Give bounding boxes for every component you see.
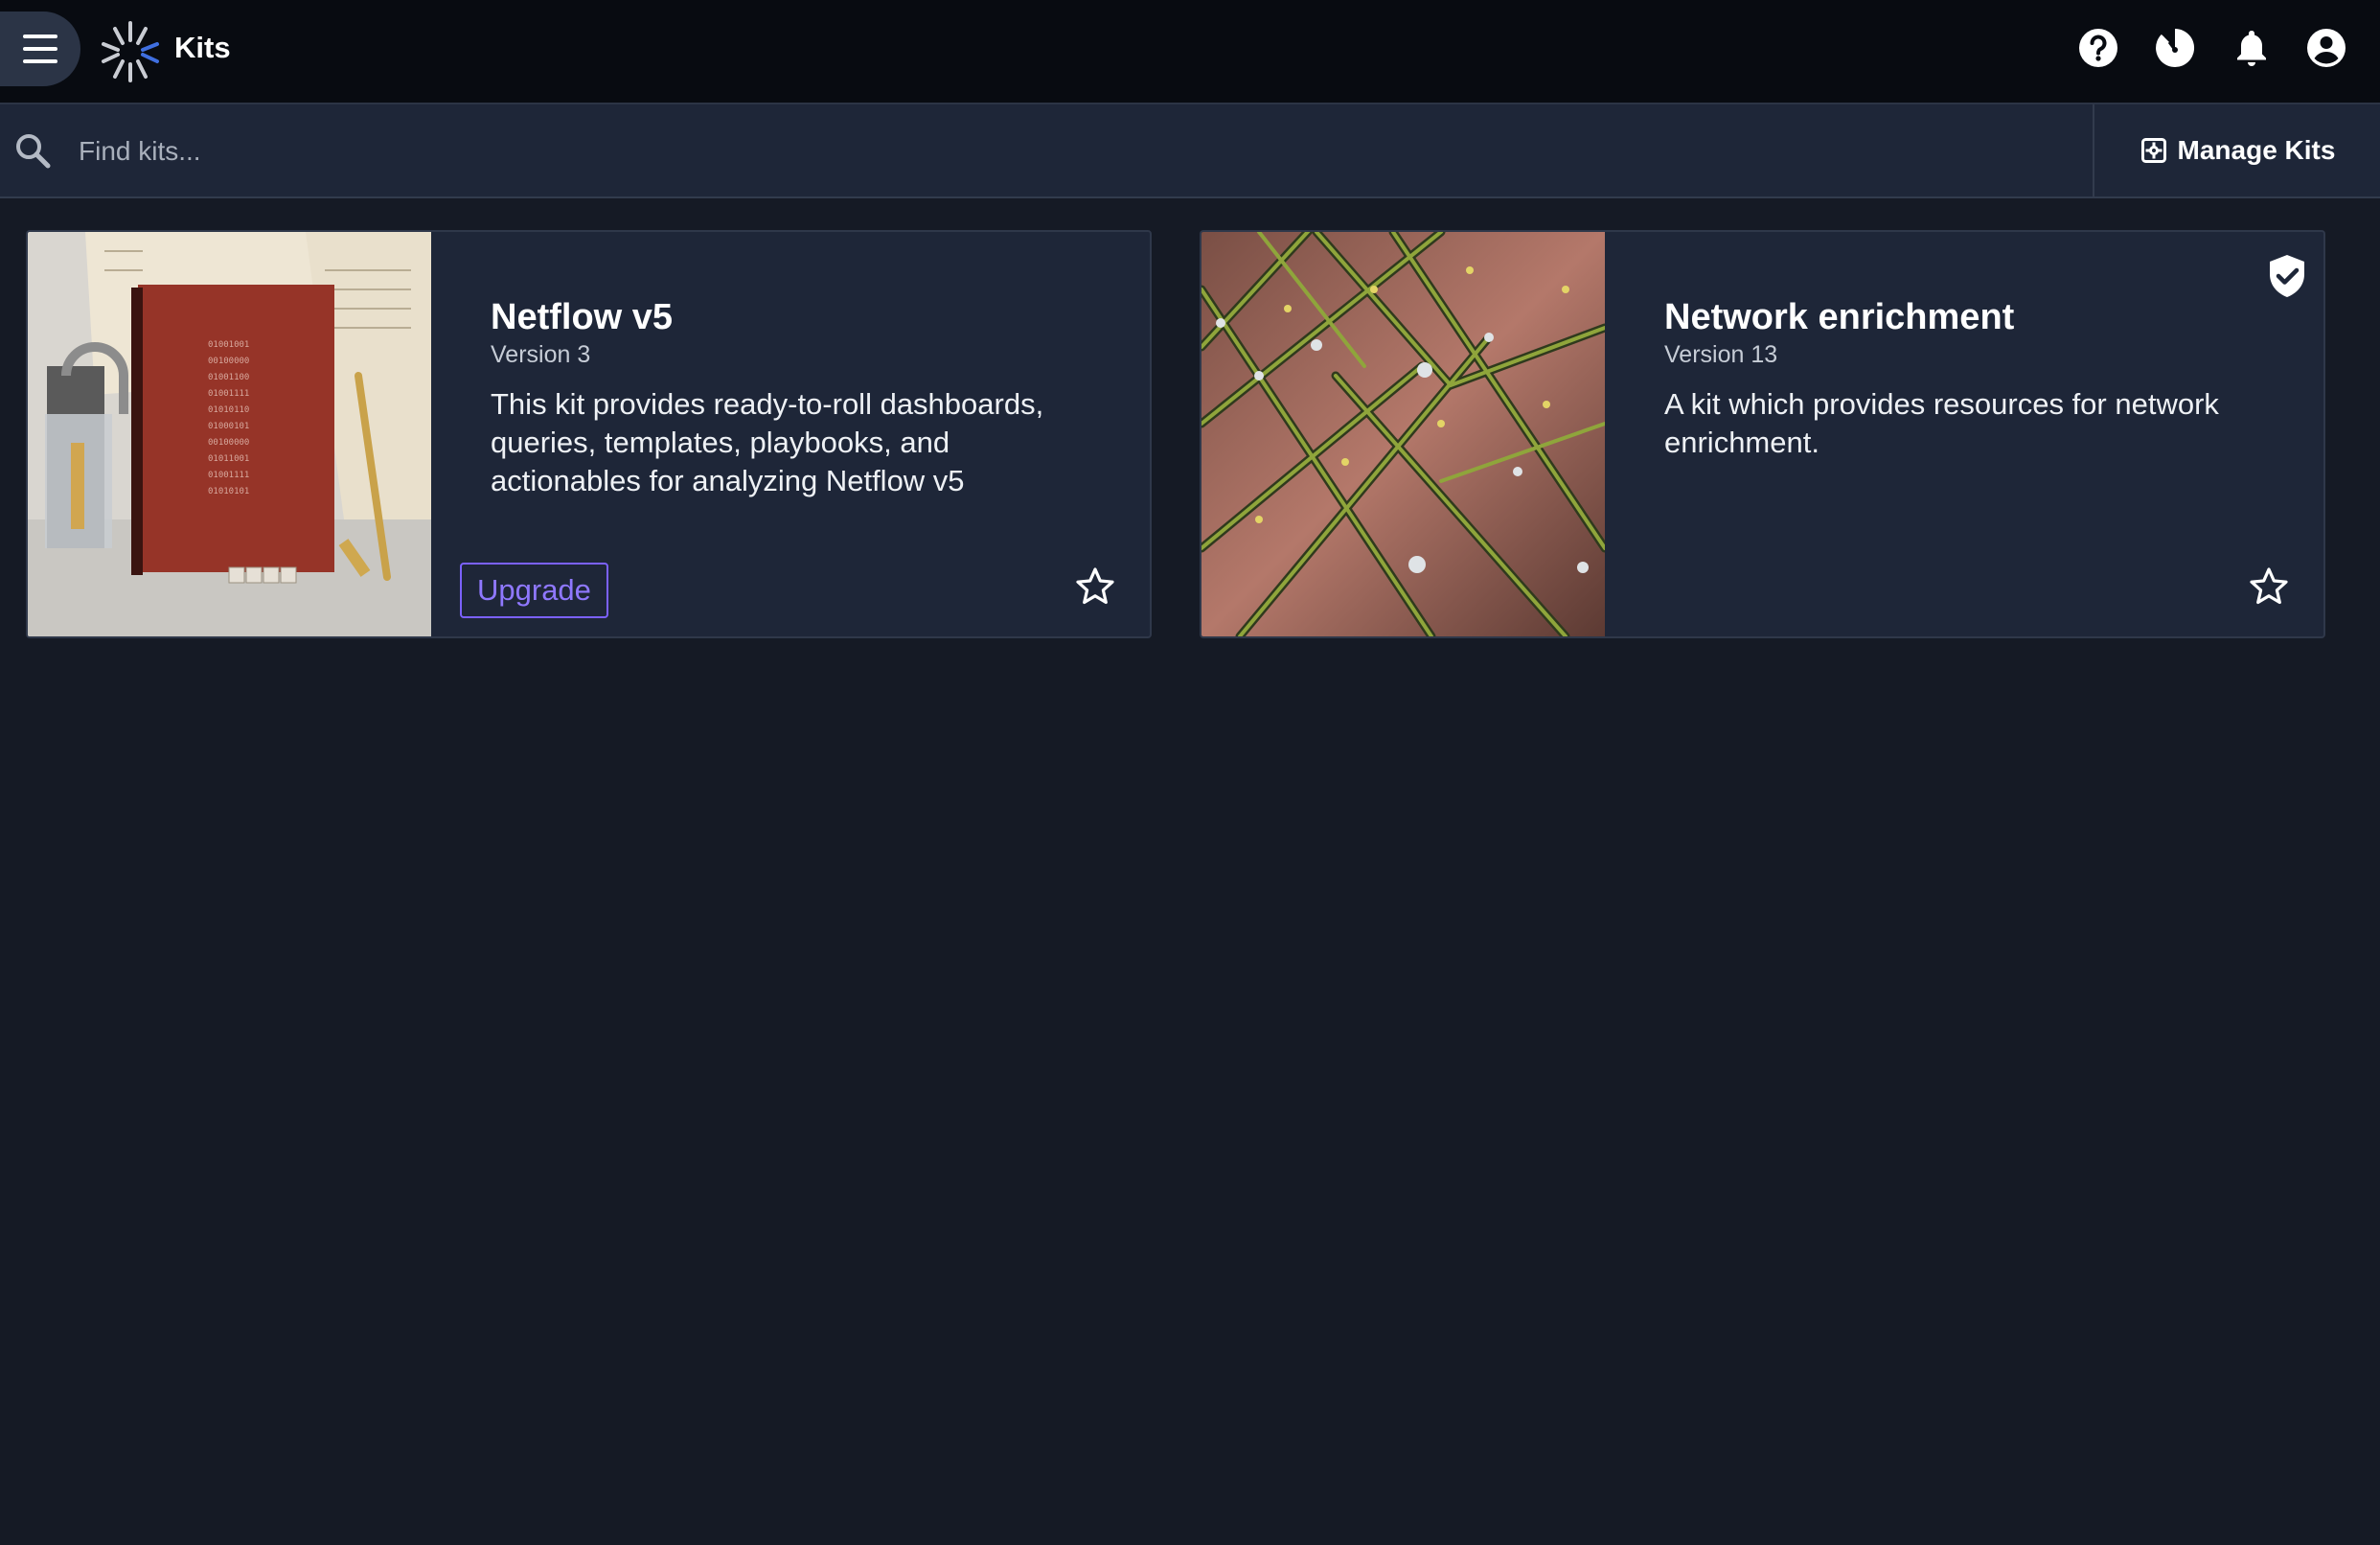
svg-text:01010101: 01010101 bbox=[208, 487, 249, 496]
kit-title[interactable]: Network enrichment bbox=[1664, 295, 2014, 339]
gear-icon bbox=[2140, 138, 2166, 163]
search-input[interactable] bbox=[77, 124, 2073, 179]
kit-image-network bbox=[1201, 232, 1605, 636]
svg-text:01000101: 01000101 bbox=[208, 422, 249, 431]
svg-text:00100000: 00100000 bbox=[208, 357, 249, 366]
timer-icon[interactable] bbox=[2154, 27, 2196, 69]
kit-version: Version 3 bbox=[491, 341, 591, 368]
kit-version: Version 13 bbox=[1664, 341, 1778, 368]
page-title: Kits bbox=[174, 31, 231, 64]
top-app-bar: Kits bbox=[0, 0, 2380, 104]
search-bar: Manage Kits bbox=[0, 104, 2380, 198]
svg-text:01001111: 01001111 bbox=[208, 471, 249, 480]
search-icon bbox=[16, 134, 51, 169]
svg-text:01001001: 01001001 bbox=[208, 340, 249, 350]
svg-text:01001100: 01001100 bbox=[208, 373, 249, 382]
svg-text:01011001: 01011001 bbox=[208, 454, 249, 464]
kit-description: This kit provides ready-to-roll dashboar… bbox=[491, 387, 1044, 497]
manage-kits-label: Manage Kits bbox=[2177, 135, 2336, 165]
star-outline-icon[interactable] bbox=[1074, 565, 1116, 608]
svg-text:00100000: 00100000 bbox=[208, 438, 249, 448]
account-icon[interactable] bbox=[2305, 27, 2347, 69]
star-outline-icon[interactable] bbox=[2248, 565, 2290, 608]
manage-kits-button[interactable]: Manage Kits bbox=[2093, 104, 2380, 196]
svg-text:01010110: 01010110 bbox=[208, 405, 249, 415]
kit-description: A kit which provides resources for netwo… bbox=[1664, 387, 2219, 459]
kit-image-book: 01001001 00100000 01001100 01001111 010101… bbox=[28, 232, 431, 636]
menu-button[interactable] bbox=[0, 12, 80, 86]
menu-icon bbox=[23, 35, 57, 63]
bell-icon[interactable] bbox=[2231, 27, 2273, 69]
kit-card[interactable]: 01001001 00100000 01001100 01001111 010101… bbox=[26, 230, 1152, 638]
help-icon[interactable] bbox=[2077, 27, 2119, 69]
kit-title[interactable]: Netflow v5 bbox=[491, 295, 673, 339]
svg-text:01001111: 01001111 bbox=[208, 389, 249, 399]
verified-shield-icon bbox=[2270, 255, 2304, 297]
app-logo-icon bbox=[102, 21, 159, 82]
upgrade-button[interactable]: Upgrade bbox=[460, 563, 608, 618]
kit-card[interactable]: Network enrichment Version 13 A kit whic… bbox=[1200, 230, 2325, 638]
